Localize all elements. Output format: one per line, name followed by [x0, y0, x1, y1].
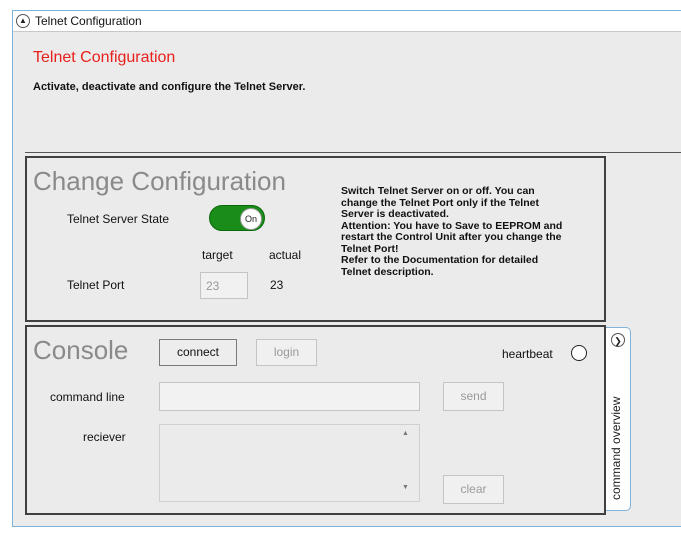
console-title: Console: [33, 335, 129, 365]
hint-line: restart the Control Unit after you chang…: [341, 231, 562, 243]
divider: [25, 152, 681, 153]
server-state-label: Telnet Server State: [67, 212, 170, 226]
scroll-up-icon[interactable]: ▲: [402, 430, 409, 437]
window-titlebar: ▲ Telnet Configuration: [13, 11, 681, 32]
toggle-knob: On: [240, 208, 262, 230]
page-description: Activate, deactivate and configure the T…: [33, 81, 306, 93]
heartbeat-indicator-icon: [571, 345, 587, 361]
hint-line: Refer to the Documentation for detailed: [341, 254, 539, 266]
command-overview-tab[interactable]: ❯ command overview: [606, 327, 631, 511]
send-button[interactable]: send: [443, 382, 504, 411]
hint-line: Switch Telnet Server on or off. You can: [341, 185, 535, 197]
clear-button[interactable]: clear: [443, 475, 504, 504]
scroll-down-icon[interactable]: ▼: [402, 484, 409, 491]
heartbeat-label: heartbeat: [502, 347, 553, 361]
hint-line: Telnet description.: [341, 265, 434, 278]
receiver-textarea[interactable]: [159, 424, 420, 502]
port-target-value: 23: [206, 279, 220, 293]
receiver-label: reciever: [83, 430, 126, 444]
chevron-up-icon[interactable]: ▲: [16, 14, 30, 28]
hint-line: Server is deactivated.: [341, 208, 449, 220]
connect-button[interactable]: connect: [159, 339, 237, 366]
change-configuration-title: Change Configuration: [33, 166, 286, 196]
telnet-port-target-input[interactable]: 23: [200, 272, 248, 299]
command-overview-label: command overview: [609, 396, 623, 500]
command-line-input[interactable]: [159, 382, 420, 411]
chevron-right-icon[interactable]: ❯: [611, 333, 625, 347]
target-label: target: [202, 248, 233, 262]
telnet-server-toggle[interactable]: On: [209, 205, 265, 231]
login-button[interactable]: login: [256, 339, 317, 366]
window-title: Telnet Configuration: [35, 14, 142, 28]
configuration-hint: Switch Telnet Server on or off. You can …: [341, 185, 596, 278]
actual-label: actual: [269, 248, 302, 262]
page-title: Telnet Configuration: [33, 49, 176, 66]
port-actual-value: 23: [270, 278, 284, 292]
command-line-label: command line: [50, 390, 125, 404]
port-label: Telnet Port: [67, 278, 125, 292]
